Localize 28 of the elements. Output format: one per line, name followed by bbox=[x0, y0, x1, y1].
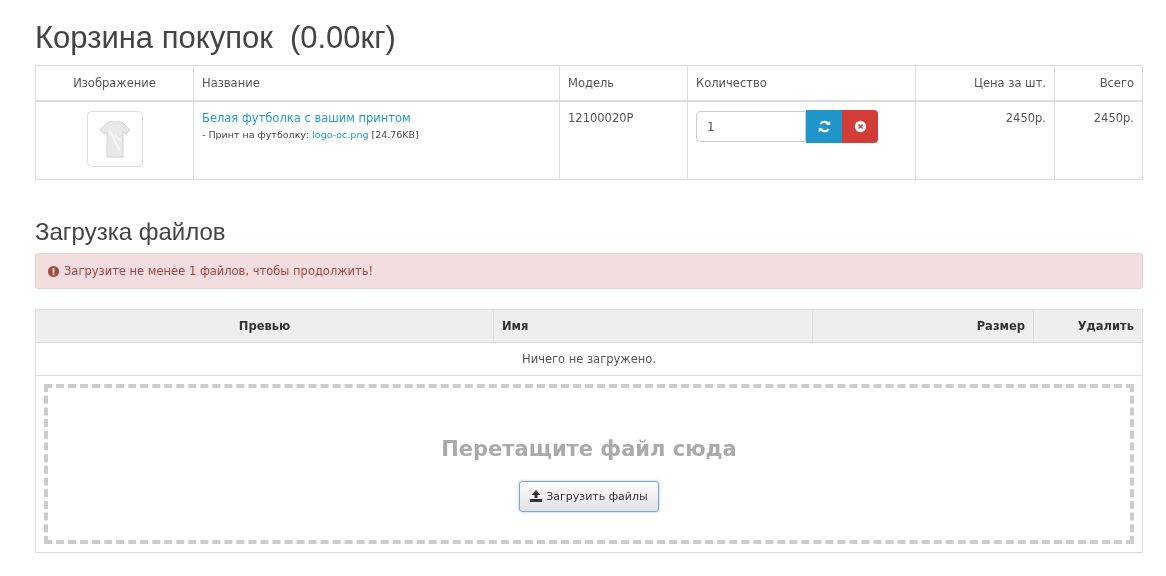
page-title: Корзина покупок (0.00кг) bbox=[35, 20, 397, 56]
table-cell: 12100020P bbox=[559, 101, 688, 180]
column-header: Изображение bbox=[35, 65, 194, 101]
refresh-icon bbox=[817, 120, 831, 133]
column-header: Название bbox=[193, 65, 560, 101]
column-header: Превью bbox=[35, 309, 494, 343]
refresh-button[interactable] bbox=[806, 110, 842, 143]
remove-button[interactable] bbox=[842, 110, 878, 143]
column-header: Всего bbox=[1054, 65, 1143, 101]
column-header: Имя bbox=[493, 309, 813, 343]
upload-button[interactable]: Загрузить файлы bbox=[519, 480, 659, 512]
product-option: - Принт на футболку: logo-oc.png [24.76KB] bbox=[202, 129, 551, 140]
table-cell: 2450р. bbox=[915, 101, 1055, 180]
column-header: Размер bbox=[812, 309, 1034, 343]
drop-zone[interactable]: Перетащите файл сюда Загрузить файлы bbox=[44, 384, 1134, 544]
warning-icon bbox=[48, 265, 59, 277]
close-icon bbox=[853, 120, 867, 133]
upload-icon bbox=[530, 490, 543, 502]
column-header: Цена за шт. bbox=[915, 65, 1055, 101]
alert-text: Загрузите не менее 1 файлов, чтобы продолжить! bbox=[64, 264, 374, 278]
section-title: Загрузка файлов bbox=[35, 218, 227, 246]
column-header: Модель bbox=[559, 65, 688, 101]
empty-message: Ничего не загружено. bbox=[522, 352, 656, 366]
quantity-field[interactable]: 1 bbox=[696, 111, 806, 142]
column-header: Количество bbox=[687, 65, 916, 101]
drop-hint: Перетащите файл сюда bbox=[441, 436, 737, 461]
table-cell: 2450р. bbox=[1054, 101, 1143, 180]
column-header: Удалить bbox=[1033, 309, 1143, 343]
